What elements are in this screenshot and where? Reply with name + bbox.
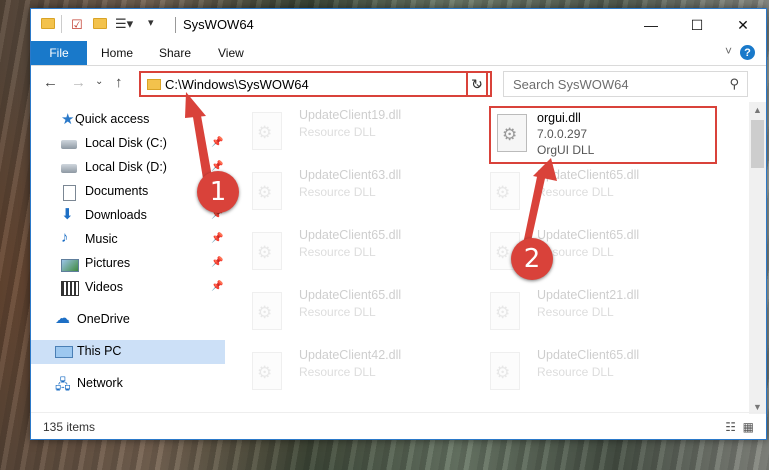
step-1-badge: 1 — [197, 171, 239, 213]
arrow-1-head — [185, 92, 206, 118]
annotation-arrows — [185, 92, 557, 246]
step-2-badge: 2 — [511, 238, 553, 280]
arrow-2-head — [533, 158, 557, 181]
arrow-2-shaft — [523, 172, 546, 246]
